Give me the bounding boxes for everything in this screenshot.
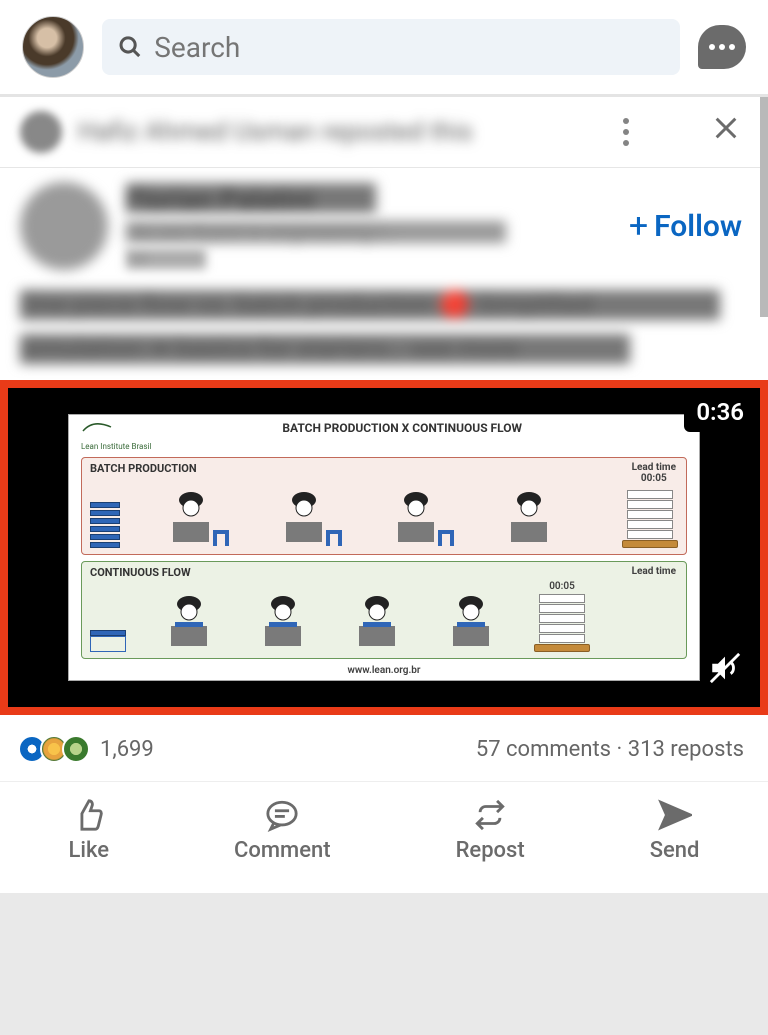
comment-count: 57 comments — [476, 737, 611, 762]
repost-icon — [473, 798, 507, 832]
author-name: Florian Palatini — [126, 183, 611, 213]
batch-worker-3 — [396, 488, 462, 548]
continuous-panel: CONTINUOUS FLOW Lead time — [81, 561, 687, 659]
action-bar: Like Comment Repost Send — [0, 782, 768, 885]
author-headline: We are fluent in engineering I… — [126, 221, 611, 243]
author-timestamp: 1d — [126, 249, 611, 269]
send-icon — [658, 798, 692, 832]
author-avatar[interactable] — [20, 182, 108, 270]
send-button[interactable]: Send — [650, 798, 700, 863]
search-box[interactable] — [102, 19, 680, 75]
search-input[interactable] — [154, 31, 664, 64]
batch-panel: BATCH PRODUCTION Lead time 00:05 — [81, 457, 687, 555]
cont-worker-3 — [346, 592, 412, 652]
dismiss-post-button[interactable] — [704, 114, 748, 150]
input-stack — [90, 502, 120, 548]
like-icon — [72, 798, 106, 832]
repost-text: Hafiz Ahmed Usman reposted this — [78, 117, 598, 147]
comments-reposts[interactable]: 57 comments · 313 reposts — [476, 737, 744, 762]
reaction-icons — [24, 735, 90, 763]
continuous-lead-time-label: Lead time — [632, 566, 676, 577]
batch-worker-4 — [509, 488, 575, 548]
video-highlight-frame: 0:36 Lean Institute Brasil BATCH PRODUCT… — [0, 380, 768, 715]
follow-button[interactable]: + Follow — [629, 206, 748, 246]
repost-header: Hafiz Ahmed Usman reposted this — [0, 97, 768, 168]
user-avatar[interactable] — [22, 16, 84, 78]
batch-lead-time: Lead time 00:05 — [632, 462, 676, 484]
like-label: Like — [69, 838, 110, 863]
video-player[interactable]: 0:36 Lean Institute Brasil BATCH PRODUCT… — [8, 388, 760, 707]
plus-icon: + — [629, 206, 648, 246]
video-slide: Lean Institute Brasil BATCH PRODUCTION X… — [68, 414, 700, 681]
author-row: Florian Palatini We are fluent in engine… — [0, 168, 768, 280]
batch-worker-2 — [284, 488, 350, 548]
reposter-avatar[interactable] — [20, 111, 62, 153]
cont-worker-4 — [440, 592, 506, 652]
repost-button[interactable]: Repost — [456, 798, 525, 863]
comment-label: Comment — [234, 838, 331, 863]
messaging-icon[interactable] — [698, 25, 746, 69]
social-metrics: 1,699 57 comments · 313 reposts — [0, 715, 768, 782]
slide-url: www.lean.org.br — [81, 665, 687, 676]
continuous-label: CONTINUOUS FLOW — [90, 566, 191, 579]
reaction-summary[interactable]: 1,699 — [24, 735, 154, 763]
batch-output-tray — [622, 490, 678, 548]
batch-worker-1 — [171, 488, 237, 548]
send-label: Send — [650, 838, 700, 863]
cont-worker-2 — [252, 592, 318, 652]
cont-worker-1 — [158, 592, 224, 652]
reaction-count: 1,699 — [100, 737, 154, 762]
comment-icon — [265, 798, 299, 832]
continuous-lead-time: 00:05 — [549, 581, 575, 592]
slide-title: BATCH PRODUCTION X CONTINUOUS FLOW — [151, 421, 653, 435]
feed-post: Hafiz Ahmed Usman reposted this Florian … — [0, 97, 768, 893]
author-meta[interactable]: Florian Palatini We are fluent in engine… — [126, 183, 611, 269]
repost-label: Repost — [456, 838, 525, 863]
search-icon — [118, 34, 142, 60]
comment-button[interactable]: Comment — [234, 798, 331, 863]
post-text[interactable]: One piece flow vs. batch production 🔴 Si… — [0, 280, 768, 380]
celebrate-reaction-icon — [62, 735, 90, 763]
post-menu-button[interactable] — [614, 118, 638, 146]
video-duration: 0:36 — [684, 392, 756, 432]
top-bar — [0, 0, 768, 97]
like-button[interactable]: Like — [69, 798, 110, 863]
repost-count: 313 reposts — [628, 737, 744, 762]
continuous-output: 00:05 — [534, 581, 590, 652]
batch-label: BATCH PRODUCTION — [90, 462, 197, 475]
mute-icon[interactable] — [708, 651, 742, 689]
follow-label: Follow — [654, 209, 742, 244]
lean-institute-logo: Lean Institute Brasil — [81, 421, 151, 451]
input-stack-cont — [90, 630, 126, 652]
